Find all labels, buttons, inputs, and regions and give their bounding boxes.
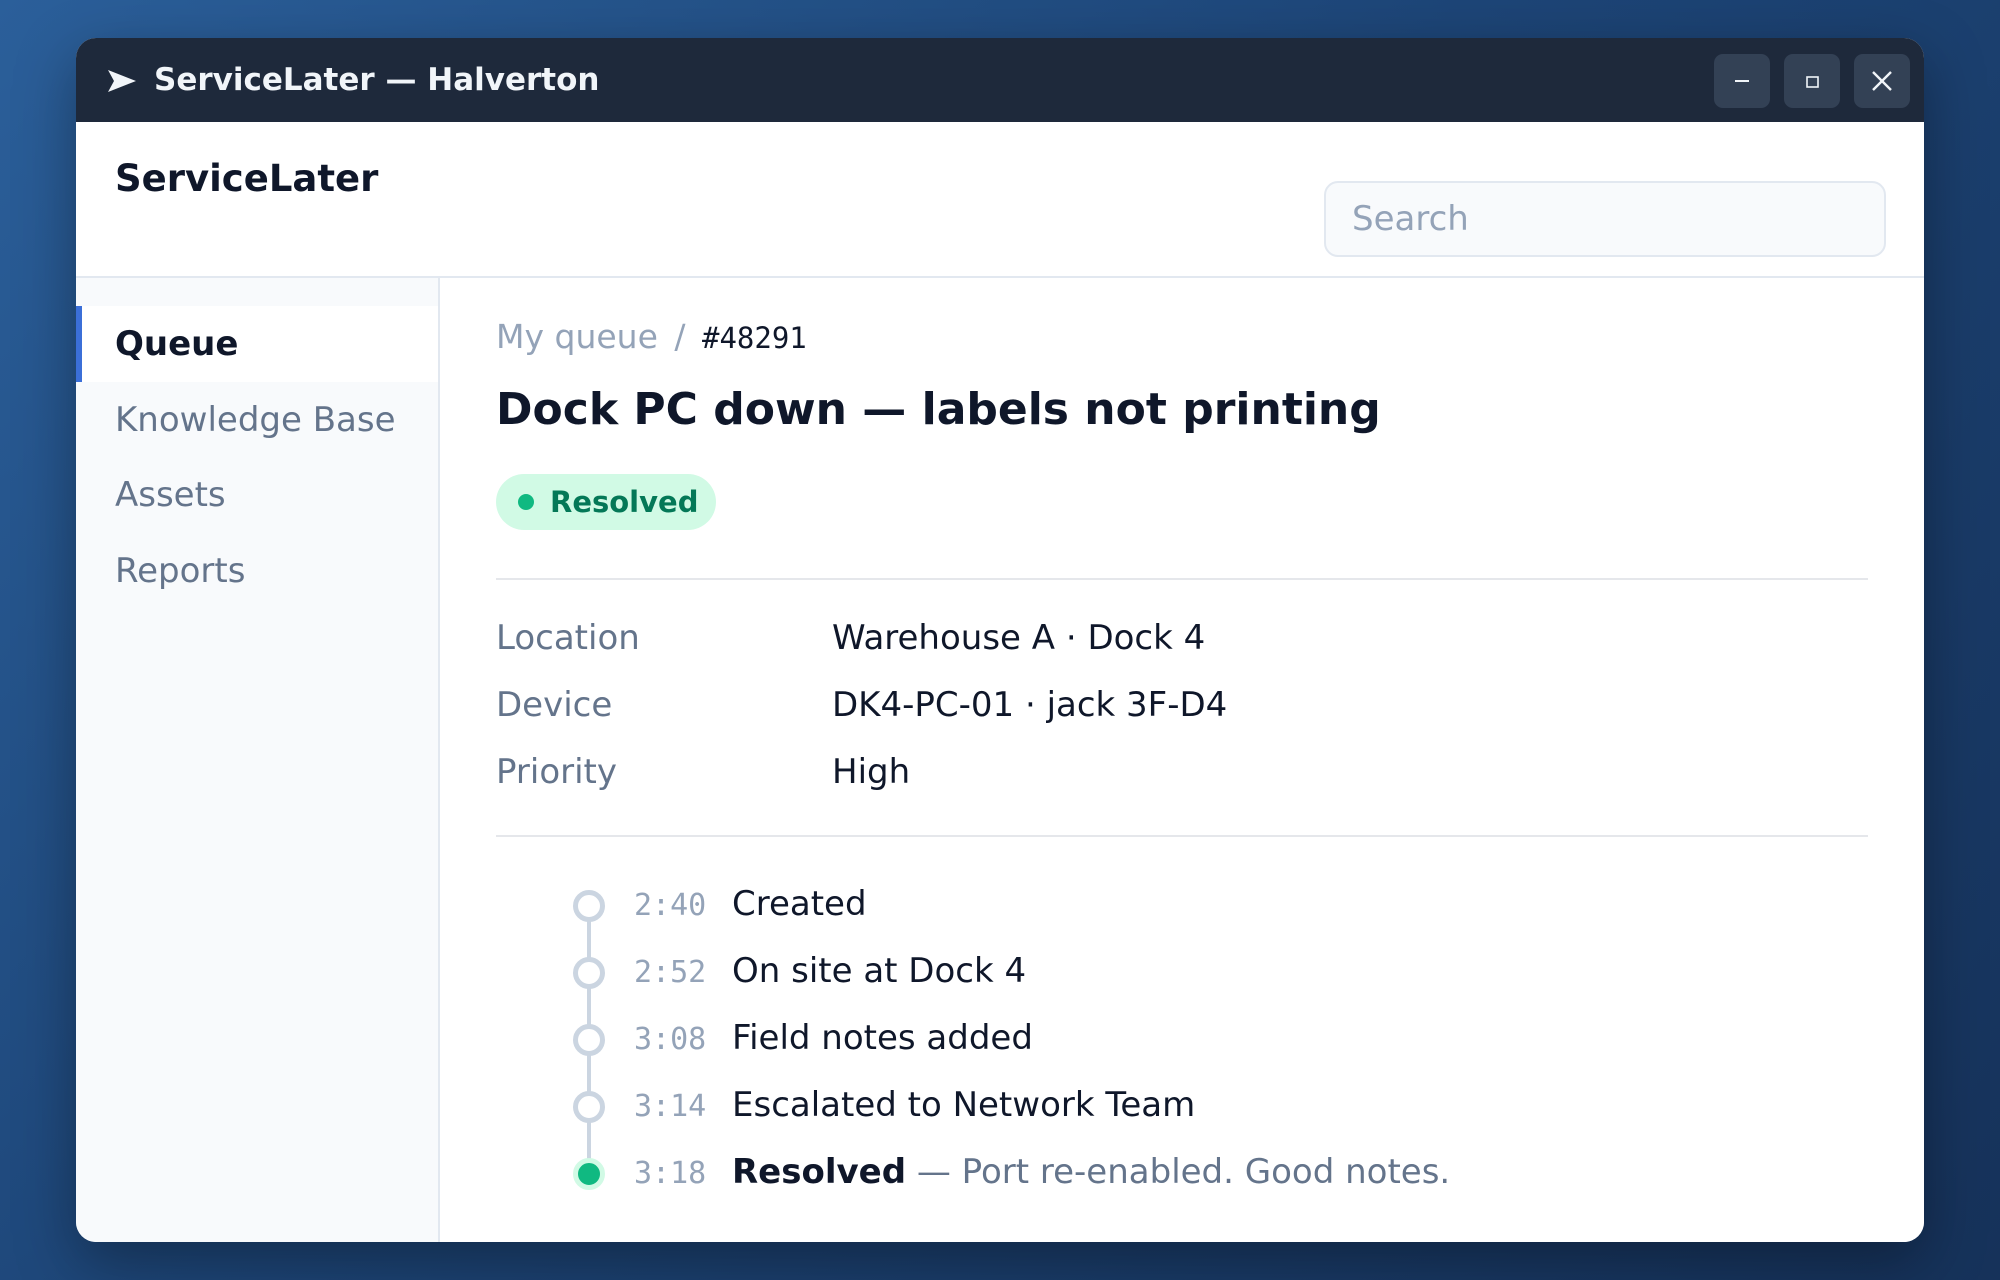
sidebar-item-knowledge-base[interactable]: Knowledge Base — [76, 382, 438, 458]
page-title: Dock PC down — labels not printing — [496, 384, 1381, 435]
divider — [496, 835, 1868, 837]
timeline-time: 3:08 — [634, 1022, 707, 1057]
app-header: ServiceLater — [76, 122, 1924, 278]
breadcrumb: My queue / #48291 — [496, 314, 807, 360]
divider — [496, 578, 1868, 580]
status-dot-icon — [518, 494, 534, 510]
timeline-node-done-icon — [573, 1158, 605, 1190]
close-icon — [1872, 71, 1892, 91]
timeline-time: 3:18 — [634, 1156, 707, 1191]
timeline-event: On site at Dock 4 — [732, 951, 1027, 991]
field-label-device: Device — [496, 685, 613, 725]
timeline-node-icon — [573, 1091, 605, 1123]
sidebar-item-assets[interactable]: Assets — [76, 457, 438, 533]
field-value-priority: High — [832, 752, 911, 792]
ticket-detail: My queue / #48291 Dock PC down — labels … — [440, 278, 1924, 1242]
field-label-location: Location — [496, 618, 640, 658]
status-label: Resolved — [550, 485, 699, 519]
field-label-priority: Priority — [496, 752, 618, 792]
minimize-icon — [1735, 80, 1749, 82]
app-window: ServiceLater — Halverton ServiceLater Qu… — [76, 38, 1924, 1242]
timeline-time: 2:40 — [634, 888, 707, 923]
close-button[interactable] — [1854, 54, 1910, 108]
timeline-time: 3:14 — [634, 1089, 707, 1124]
title-bar: ServiceLater — Halverton — [76, 38, 1924, 122]
timeline-event: Resolved — Port re-enabled. Good notes. — [732, 1152, 1450, 1192]
send-arrow-icon — [108, 70, 136, 92]
field-value-device: DK4-PC-01 · jack 3F-D4 — [832, 685, 1228, 725]
timeline-time: 2:52 — [634, 955, 707, 990]
status-badge: Resolved — [496, 474, 717, 530]
sidebar: Queue Knowledge Base Assets Reports — [76, 278, 440, 1242]
field-value-location: Warehouse A · Dock 4 — [832, 618, 1206, 658]
sidebar-item-reports[interactable]: Reports — [76, 533, 438, 609]
breadcrumb-parent-link[interactable]: My queue — [496, 317, 658, 356]
ticket-id: #48291 — [702, 321, 807, 355]
sidebar-item-queue[interactable]: Queue — [76, 306, 438, 382]
timeline-event: Escalated to Network Team — [732, 1085, 1196, 1125]
timeline-event: Created — [732, 884, 867, 924]
timeline-node-icon — [573, 1024, 605, 1056]
timeline-node-icon — [573, 957, 605, 989]
timeline-event: Field notes added — [732, 1018, 1033, 1058]
maximize-icon — [1806, 76, 1819, 88]
breadcrumb-separator: / — [674, 317, 686, 356]
maximize-button[interactable] — [1784, 54, 1840, 108]
minimize-button[interactable] — [1714, 54, 1770, 108]
window-title: ServiceLater — Halverton — [154, 62, 600, 98]
timeline-event-title: Resolved — [732, 1152, 907, 1192]
brand-logo-text: ServiceLater — [115, 157, 379, 200]
timeline-node-icon — [573, 890, 605, 922]
search-input[interactable] — [1324, 181, 1886, 257]
timeline-event-note: — Port re-enabled. Good notes. — [906, 1152, 1451, 1192]
